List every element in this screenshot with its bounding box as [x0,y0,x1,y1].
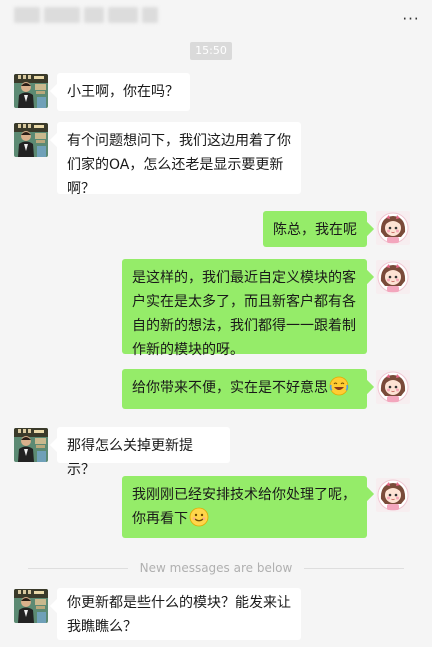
message-text: 是这样的，我们最近自定义模块的客户实在是太多了，而且新客户都有各自的新的想法，我… [132,270,356,358]
new-messages-divider: New messages are below [0,559,432,577]
contact-avatar[interactable] [14,428,48,462]
contact-avatar[interactable] [14,74,48,108]
chat-header: ··· [0,0,432,40]
incoming-message-bubble[interactable]: 有个问题想问下，我们这边用着了你们家的OA，怎么还老是显示要更新啊？ [57,122,301,197]
incoming-message-bubble[interactable]: 小王啊，你在吗？ [57,73,190,111]
message-text: 那得怎么关掉更新提示？ [67,438,193,478]
outgoing-message-bubble[interactable]: 我刚刚已经安排技术给你处理了呢，你再看下 [122,476,367,538]
message-timestamp: 15:50 [190,42,232,60]
incoming-message-bubble[interactable]: 那得怎么关掉更新提示？ [57,427,230,478]
my-avatar[interactable] [376,370,410,404]
message-text: 有个问题想问下，我们这边用着了你们家的OA，怎么还老是显示要更新啊？ [67,133,291,197]
message-text: 陈总，我在呢 [273,222,357,238]
message-text: 你更新都是些什么的模块？能发来让我瞧瞧么？ [67,595,291,635]
my-avatar[interactable] [376,478,410,512]
my-avatar[interactable] [376,211,410,245]
more-options-button[interactable]: ··· [398,8,424,30]
chat-title-blurred [14,7,158,23]
incoming-message-bubble[interactable]: 你更新都是些什么的模块？能发来让我瞧瞧么？ [57,588,301,640]
contact-avatar[interactable] [14,123,48,157]
smile-emoji-icon [189,507,209,527]
laugh-cry-emoji-icon [329,376,349,396]
outgoing-message-bubble[interactable]: 给你带来不便，实在是不好意思 [122,369,367,409]
my-avatar[interactable] [376,260,410,294]
message-text: 我刚刚已经安排技术给你处理了呢，你再看下 [132,487,356,527]
contact-avatar[interactable] [14,589,48,623]
message-text: 小王啊，你在吗？ [67,84,179,100]
outgoing-message-bubble[interactable]: 陈总，我在呢 [263,211,367,247]
message-text: 给你带来不便，实在是不好意思 [132,380,328,396]
outgoing-message-bubble[interactable]: 是这样的，我们最近自定义模块的客户实在是太多了，而且新客户都有各自的新的想法，我… [122,259,367,358]
divider-line [304,568,404,569]
